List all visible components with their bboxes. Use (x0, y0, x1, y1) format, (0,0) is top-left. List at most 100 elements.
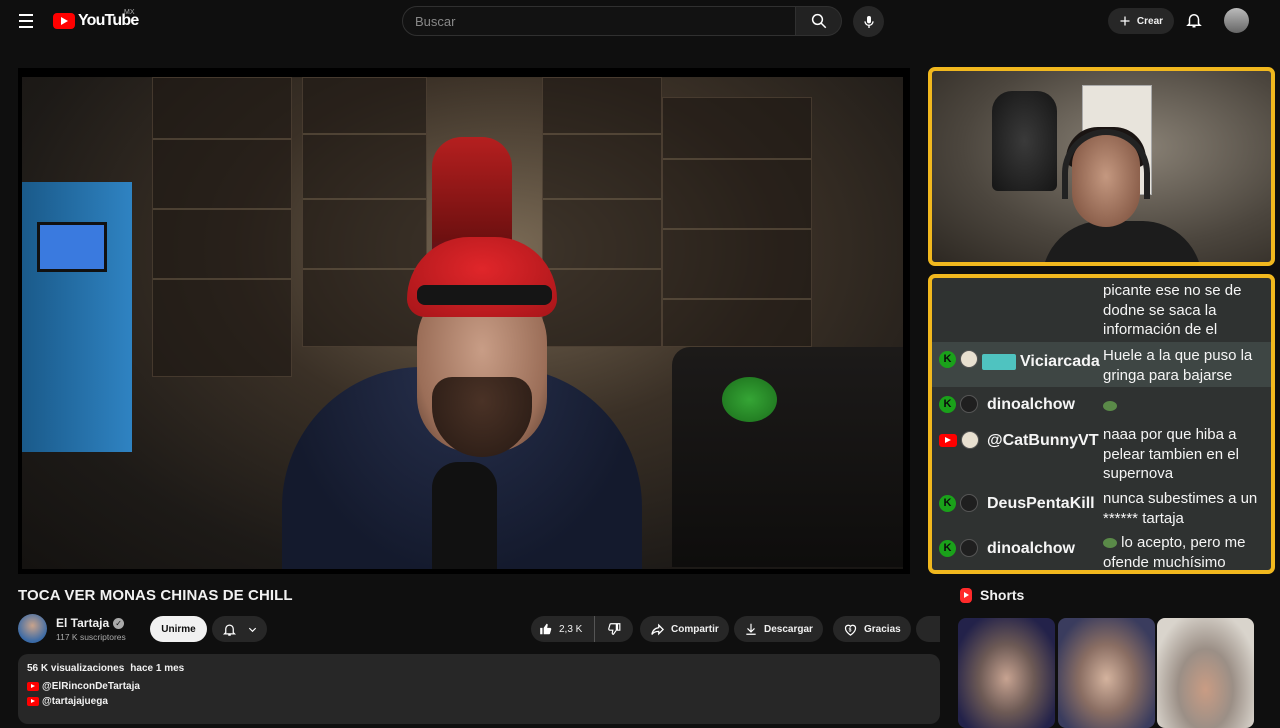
chat-message-text: Huele a la que puso la gringa para bajar… (1103, 347, 1253, 384)
dislike-button[interactable] (595, 616, 633, 642)
sofa (672, 347, 903, 567)
chat-message-text: picante ese no se de dodne se saca la in… (1103, 282, 1242, 338)
thanks-button[interactable]: $ Gracias (833, 616, 911, 642)
user-badge-icon (982, 353, 1016, 370)
region-code: MX (124, 9, 135, 16)
thumbs-down-icon (608, 623, 621, 635)
user-avatar-icon (961, 431, 979, 449)
youtube-icon (27, 697, 39, 706)
bell-icon (222, 624, 236, 636)
search-button[interactable] (796, 6, 842, 36)
search-input[interactable] (415, 13, 795, 29)
chat-message-text: lo acepto, pero me ofende muchísimo (1103, 534, 1246, 571)
description-meta: 56 K visualizaciones hace 1 mes (27, 663, 931, 674)
microphone (432, 462, 497, 569)
emote-icon (1103, 401, 1117, 412)
description-box[interactable]: 56 K visualizaciones hace 1 mes @ElRinco… (18, 654, 940, 724)
user-avatar-icon (960, 494, 978, 512)
mic-icon (863, 15, 874, 28)
video-player[interactable] (18, 68, 910, 574)
download-icon (746, 623, 756, 635)
cam-person-body (1042, 221, 1202, 262)
like-button[interactable]: 2,3 K (531, 616, 595, 642)
chevron-down-icon (248, 627, 256, 632)
channel-link[interactable]: @tartajajuega (42, 696, 108, 707)
short-thumbnail[interactable] (958, 618, 1055, 728)
shelf-right (662, 97, 812, 347)
svg-text:$: $ (849, 627, 852, 633)
channel-name-row[interactable]: El Tartaja ✓ (56, 616, 125, 630)
short-thumbnail[interactable] (1157, 618, 1254, 728)
chat-message-text (1103, 396, 1271, 416)
emote-icon (1103, 538, 1117, 549)
webcam-panel (928, 67, 1275, 266)
chat-message: K dinoalchow lo acepto, pero me ofende m… (932, 532, 1271, 571)
like-count: 2,3 K (559, 623, 583, 635)
share-icon (651, 623, 665, 635)
chat-message: K dinoalchow (932, 390, 1271, 422)
channel-link[interactable]: @ElRinconDeTartaja (42, 681, 140, 692)
chat-username: @CatBunnyVT (987, 432, 1099, 449)
search-box[interactable] (402, 6, 796, 36)
like-dislike-group: 2,3 K (531, 616, 633, 642)
chat-message: @CatBunnyVT naaa por que hiba a pelear t… (932, 423, 1271, 485)
subscriber-count: 117 K suscriptores (56, 632, 126, 642)
streamer-cap (407, 237, 557, 317)
chat-username: Viciarcada (982, 353, 1100, 371)
bell-icon (1186, 14, 1202, 28)
short-thumbnail[interactable] (1058, 618, 1155, 728)
hanging-jacket (992, 91, 1057, 191)
youtube-icon (27, 682, 39, 691)
channel-avatar[interactable] (18, 614, 47, 643)
create-label: Crear (1136, 15, 1164, 27)
channel-name[interactable]: El Tartaja (56, 616, 109, 630)
kick-icon: K (939, 494, 956, 512)
chat-overlay: picante ese no se de dodne se saca la in… (928, 274, 1275, 574)
chat-message: picante ese no se de dodne se saca la in… (932, 278, 1271, 341)
shelf-center-right (542, 77, 662, 347)
shorts-icon (960, 587, 972, 603)
join-button[interactable]: Unirme (150, 616, 207, 642)
chat-message-text: nunca subestimes a un ****** tartaja (1103, 490, 1258, 527)
user-avatar-icon (960, 539, 978, 557)
share-label: Compartir (671, 623, 719, 635)
chat-message-text: naaa por que hiba a pelear tambien en el… (1103, 426, 1239, 482)
user-avatar-icon (960, 395, 978, 413)
share-button[interactable]: Compartir (640, 616, 729, 642)
more-actions-button[interactable] (916, 616, 940, 642)
video-frame[interactable] (22, 77, 903, 569)
arcade-cabinet (22, 182, 132, 452)
download-button[interactable]: Descargar (734, 616, 823, 642)
shorts-title: Shorts (980, 587, 1025, 603)
plush-toy (722, 377, 777, 422)
top-bar: YouTube MX Crear (0, 0, 1280, 42)
account-avatar[interactable] (1224, 8, 1249, 33)
chat-username: dinoalchow (987, 396, 1075, 413)
chat-username: dinoalchow (987, 540, 1075, 557)
view-count: 56 K visualizaciones (27, 663, 125, 674)
video-title: TOCA VER MONAS CHINAS DE CHILL (18, 587, 293, 604)
description-link[interactable]: @tartajajuega (27, 696, 931, 707)
description-link[interactable]: @ElRinconDeTartaja (27, 681, 931, 692)
chat-message: K DeusPentaKill nunca subestimes a un **… (932, 486, 1271, 531)
upload-date: hace 1 mes (130, 663, 185, 674)
kick-icon: K (939, 350, 956, 368)
create-button[interactable]: Crear (1108, 8, 1174, 34)
notifications-button[interactable] (1185, 11, 1203, 34)
thumbs-up-icon (540, 623, 552, 635)
cap-brim (417, 285, 552, 305)
youtube-icon (939, 433, 957, 447)
chat-message: K Viciarcada Huele a la que puso la grin… (932, 342, 1271, 387)
menu-icon[interactable] (14, 10, 38, 32)
plus-icon (1120, 16, 1130, 26)
thanks-heart-icon: $ (844, 624, 857, 636)
search-icon (811, 13, 826, 29)
user-avatar-icon (960, 350, 978, 368)
verified-icon: ✓ (113, 617, 125, 629)
chat-username: DeusPentaKill (987, 495, 1095, 512)
youtube-play-icon (53, 13, 75, 29)
subscription-bell-button[interactable] (212, 616, 267, 642)
voice-search-button[interactable] (853, 6, 884, 37)
download-label: Descargar (764, 623, 813, 635)
kick-icon: K (939, 539, 956, 557)
